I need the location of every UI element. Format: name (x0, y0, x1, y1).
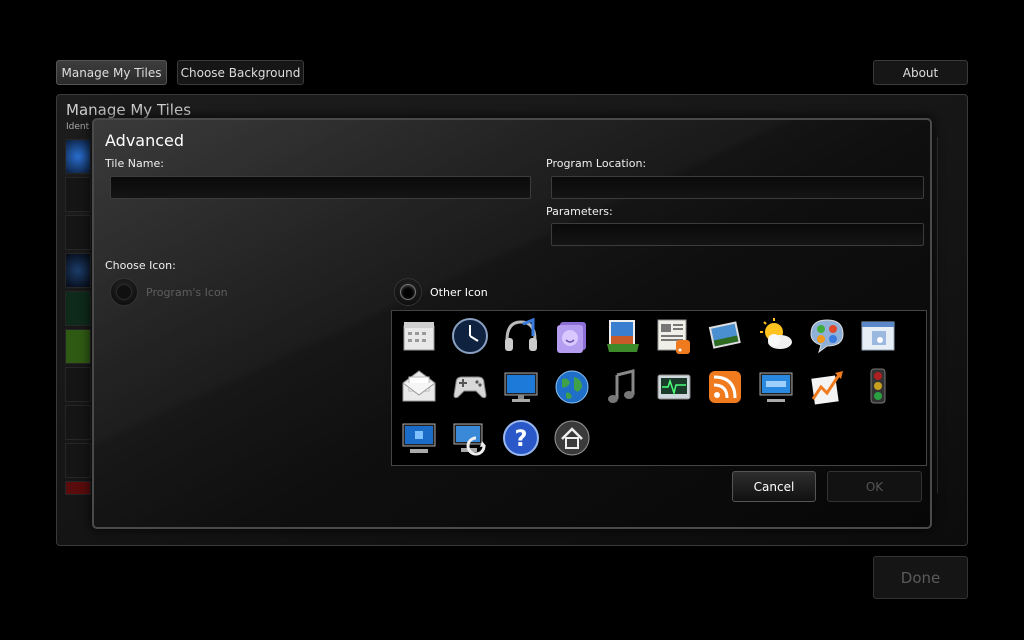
cancel-button[interactable]: Cancel (732, 471, 816, 502)
tile-thumbnail[interactable] (65, 253, 91, 288)
media-center-icon[interactable] (652, 365, 696, 409)
globe-icon[interactable] (550, 365, 594, 409)
radio-programs-icon[interactable]: Program's Icon (110, 278, 228, 306)
weather-icon[interactable] (754, 314, 798, 358)
stocks-icon[interactable] (805, 365, 849, 409)
tile-thumbnail[interactable] (65, 443, 91, 478)
tab-choose-background[interactable]: Choose Background (177, 60, 304, 85)
calendar-icon[interactable] (397, 314, 441, 358)
help-icon[interactable]: ? (499, 416, 543, 460)
tile-thumbnail[interactable] (65, 291, 91, 326)
tile-thumbnail[interactable] (65, 139, 91, 174)
remote-desktop-icon[interactable] (754, 365, 798, 409)
tiles-list-right-border (937, 137, 938, 493)
tile-name-field[interactable] (110, 176, 531, 199)
monitor-icon[interactable] (499, 365, 543, 409)
contacts-icon[interactable] (550, 314, 594, 358)
news-rss-icon[interactable] (652, 314, 696, 358)
system-restore-icon[interactable] (448, 416, 492, 460)
choose-icon-label: Choose Icon: (105, 259, 176, 272)
advanced-dialog: Advanced Tile Name: Program Location: Pa… (92, 118, 932, 529)
photo-slideshow-icon[interactable] (703, 314, 747, 358)
program-location-label: Program Location: (546, 157, 647, 170)
clock-icon[interactable] (448, 314, 492, 358)
parameters-label: Parameters: (546, 205, 613, 218)
photo-gallery-icon[interactable] (601, 314, 645, 358)
manage-tiles-subtitle: Ident (66, 122, 90, 132)
ok-button[interactable]: OK (827, 471, 922, 502)
tab-manage-my-tiles[interactable]: Manage My Tiles (56, 60, 167, 85)
program-location-field[interactable] (551, 176, 924, 199)
window-icon[interactable] (856, 314, 900, 358)
done-button[interactable]: Done (873, 556, 968, 599)
radio-other-icon-label: Other Icon (430, 285, 488, 299)
radio-programs-icon-circle[interactable] (110, 278, 138, 306)
gamepad-icon[interactable] (448, 365, 492, 409)
tile-thumbnail[interactable] (65, 177, 91, 212)
tile-thumbnail[interactable] (65, 329, 91, 364)
radio-other-icon-circle[interactable] (394, 278, 422, 306)
messenger-icon[interactable] (805, 314, 849, 358)
tile-thumbnail[interactable] (65, 215, 91, 250)
icon-grid: ? (391, 310, 927, 466)
tab-manage-my-tiles-label: Manage My Tiles (61, 65, 162, 80)
radio-programs-icon-label: Program's Icon (146, 285, 228, 299)
computer-icon[interactable] (397, 416, 441, 460)
traffic-light-icon[interactable] (856, 365, 900, 409)
tile-thumbnail[interactable] (65, 405, 91, 440)
ok-button-label: OK (865, 479, 884, 494)
tab-choose-background-label: Choose Background (180, 65, 301, 80)
tile-thumbnail[interactable] (65, 367, 91, 402)
radio-other-icon[interactable]: Other Icon (394, 278, 488, 306)
svg-text:?: ? (515, 427, 528, 452)
tile-thumbnail[interactable] (65, 481, 91, 495)
about-button-label: About (902, 65, 939, 80)
music-notes-icon[interactable] (601, 365, 645, 409)
cancel-button-label: Cancel (753, 479, 795, 494)
rss-icon[interactable] (703, 365, 747, 409)
parameters-field[interactable] (551, 223, 924, 246)
mail-icon[interactable] (397, 365, 441, 409)
tile-name-label: Tile Name: (105, 157, 164, 170)
dialog-title: Advanced (105, 131, 185, 150)
manage-tiles-title: Manage My Tiles (66, 101, 192, 119)
about-button[interactable]: About (873, 60, 968, 85)
headphones-icon[interactable] (499, 314, 543, 358)
home-icon[interactable] (550, 416, 594, 460)
done-button-label: Done (900, 568, 941, 587)
